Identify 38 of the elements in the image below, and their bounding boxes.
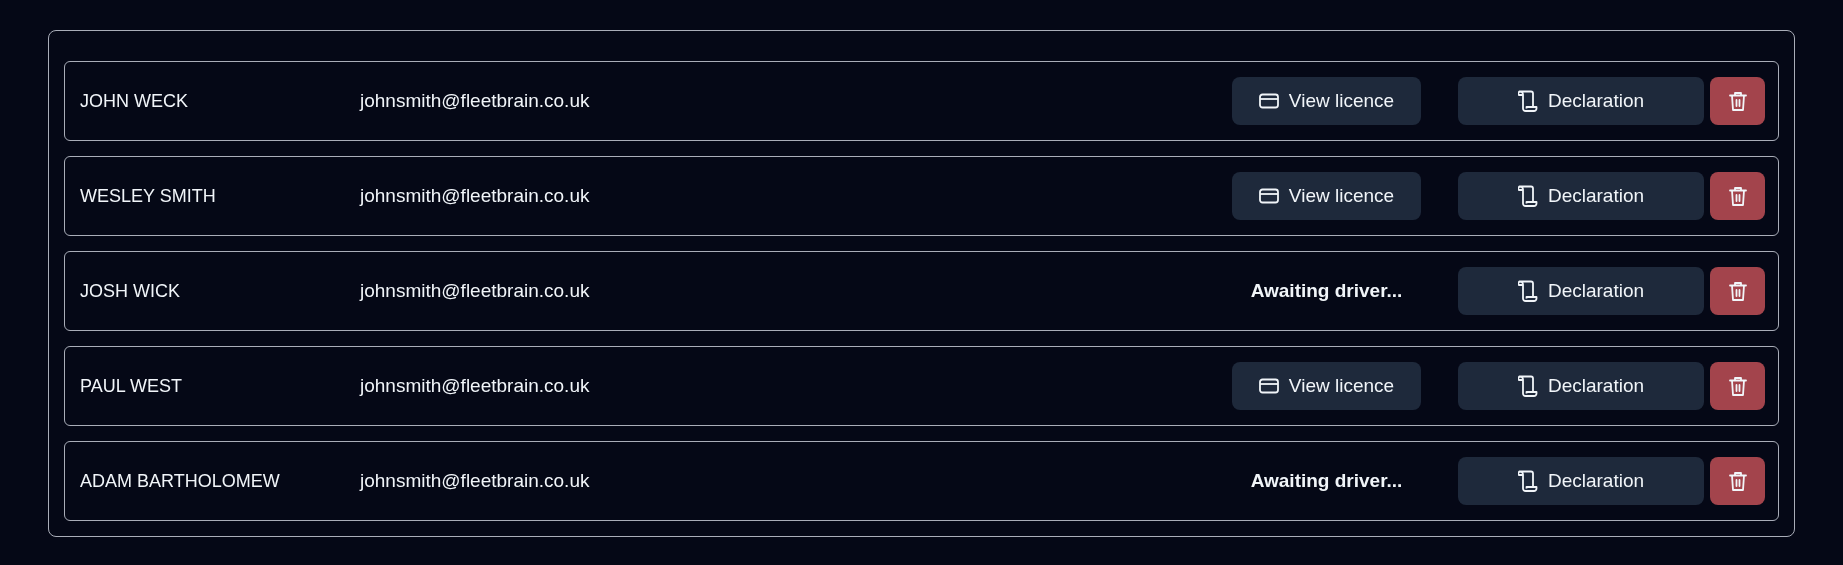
- driver-name: PAUL WEST: [80, 375, 183, 397]
- card-icon: [1258, 188, 1279, 204]
- scroll-icon: [1517, 90, 1538, 112]
- delete-button[interactable]: [1710, 267, 1765, 315]
- scroll-icon: [1517, 470, 1538, 492]
- trash-icon: [1728, 280, 1747, 302]
- driver-email: johnsmith@fleetbrain.co.uk: [360, 185, 591, 207]
- licence-status: Awaiting driver...: [1250, 470, 1403, 492]
- card-icon: [1258, 378, 1279, 394]
- view-licence-button[interactable]: View licence: [1232, 77, 1421, 125]
- declaration-button[interactable]: Declaration: [1458, 267, 1704, 315]
- driver-name: JOHN WECK: [80, 90, 189, 112]
- trash-icon: [1728, 375, 1747, 397]
- view-licence-button[interactable]: View licence: [1232, 362, 1421, 410]
- driver-email: johnsmith@fleetbrain.co.uk: [360, 280, 591, 302]
- delete-button[interactable]: [1710, 172, 1765, 220]
- driver-email: johnsmith@fleetbrain.co.uk: [360, 90, 591, 112]
- delete-button[interactable]: [1710, 362, 1765, 410]
- trash-icon: [1728, 185, 1747, 207]
- driver-email: johnsmith@fleetbrain.co.uk: [360, 375, 591, 397]
- declaration-button[interactable]: Declaration: [1458, 172, 1704, 220]
- driver-name: ADAM BARTHOLOMEW: [80, 470, 281, 492]
- driver-email: johnsmith@fleetbrain.co.uk: [360, 470, 591, 492]
- delete-button[interactable]: [1710, 457, 1765, 505]
- card-icon: [1258, 93, 1279, 109]
- scroll-icon: [1517, 185, 1538, 207]
- trash-icon: [1728, 470, 1747, 492]
- driver-name: JOSH WICK: [80, 280, 181, 302]
- declaration-button[interactable]: Declaration: [1458, 362, 1704, 410]
- scroll-icon: [1517, 280, 1538, 302]
- view-licence-button[interactable]: View licence: [1232, 172, 1421, 220]
- driver-name: WESLEY SMITH: [80, 185, 217, 207]
- declaration-button[interactable]: Declaration: [1458, 77, 1704, 125]
- licence-status: Awaiting driver...: [1250, 280, 1403, 302]
- delete-button[interactable]: [1710, 77, 1765, 125]
- declaration-button[interactable]: Declaration: [1458, 457, 1704, 505]
- scroll-icon: [1517, 375, 1538, 397]
- trash-icon: [1728, 90, 1747, 112]
